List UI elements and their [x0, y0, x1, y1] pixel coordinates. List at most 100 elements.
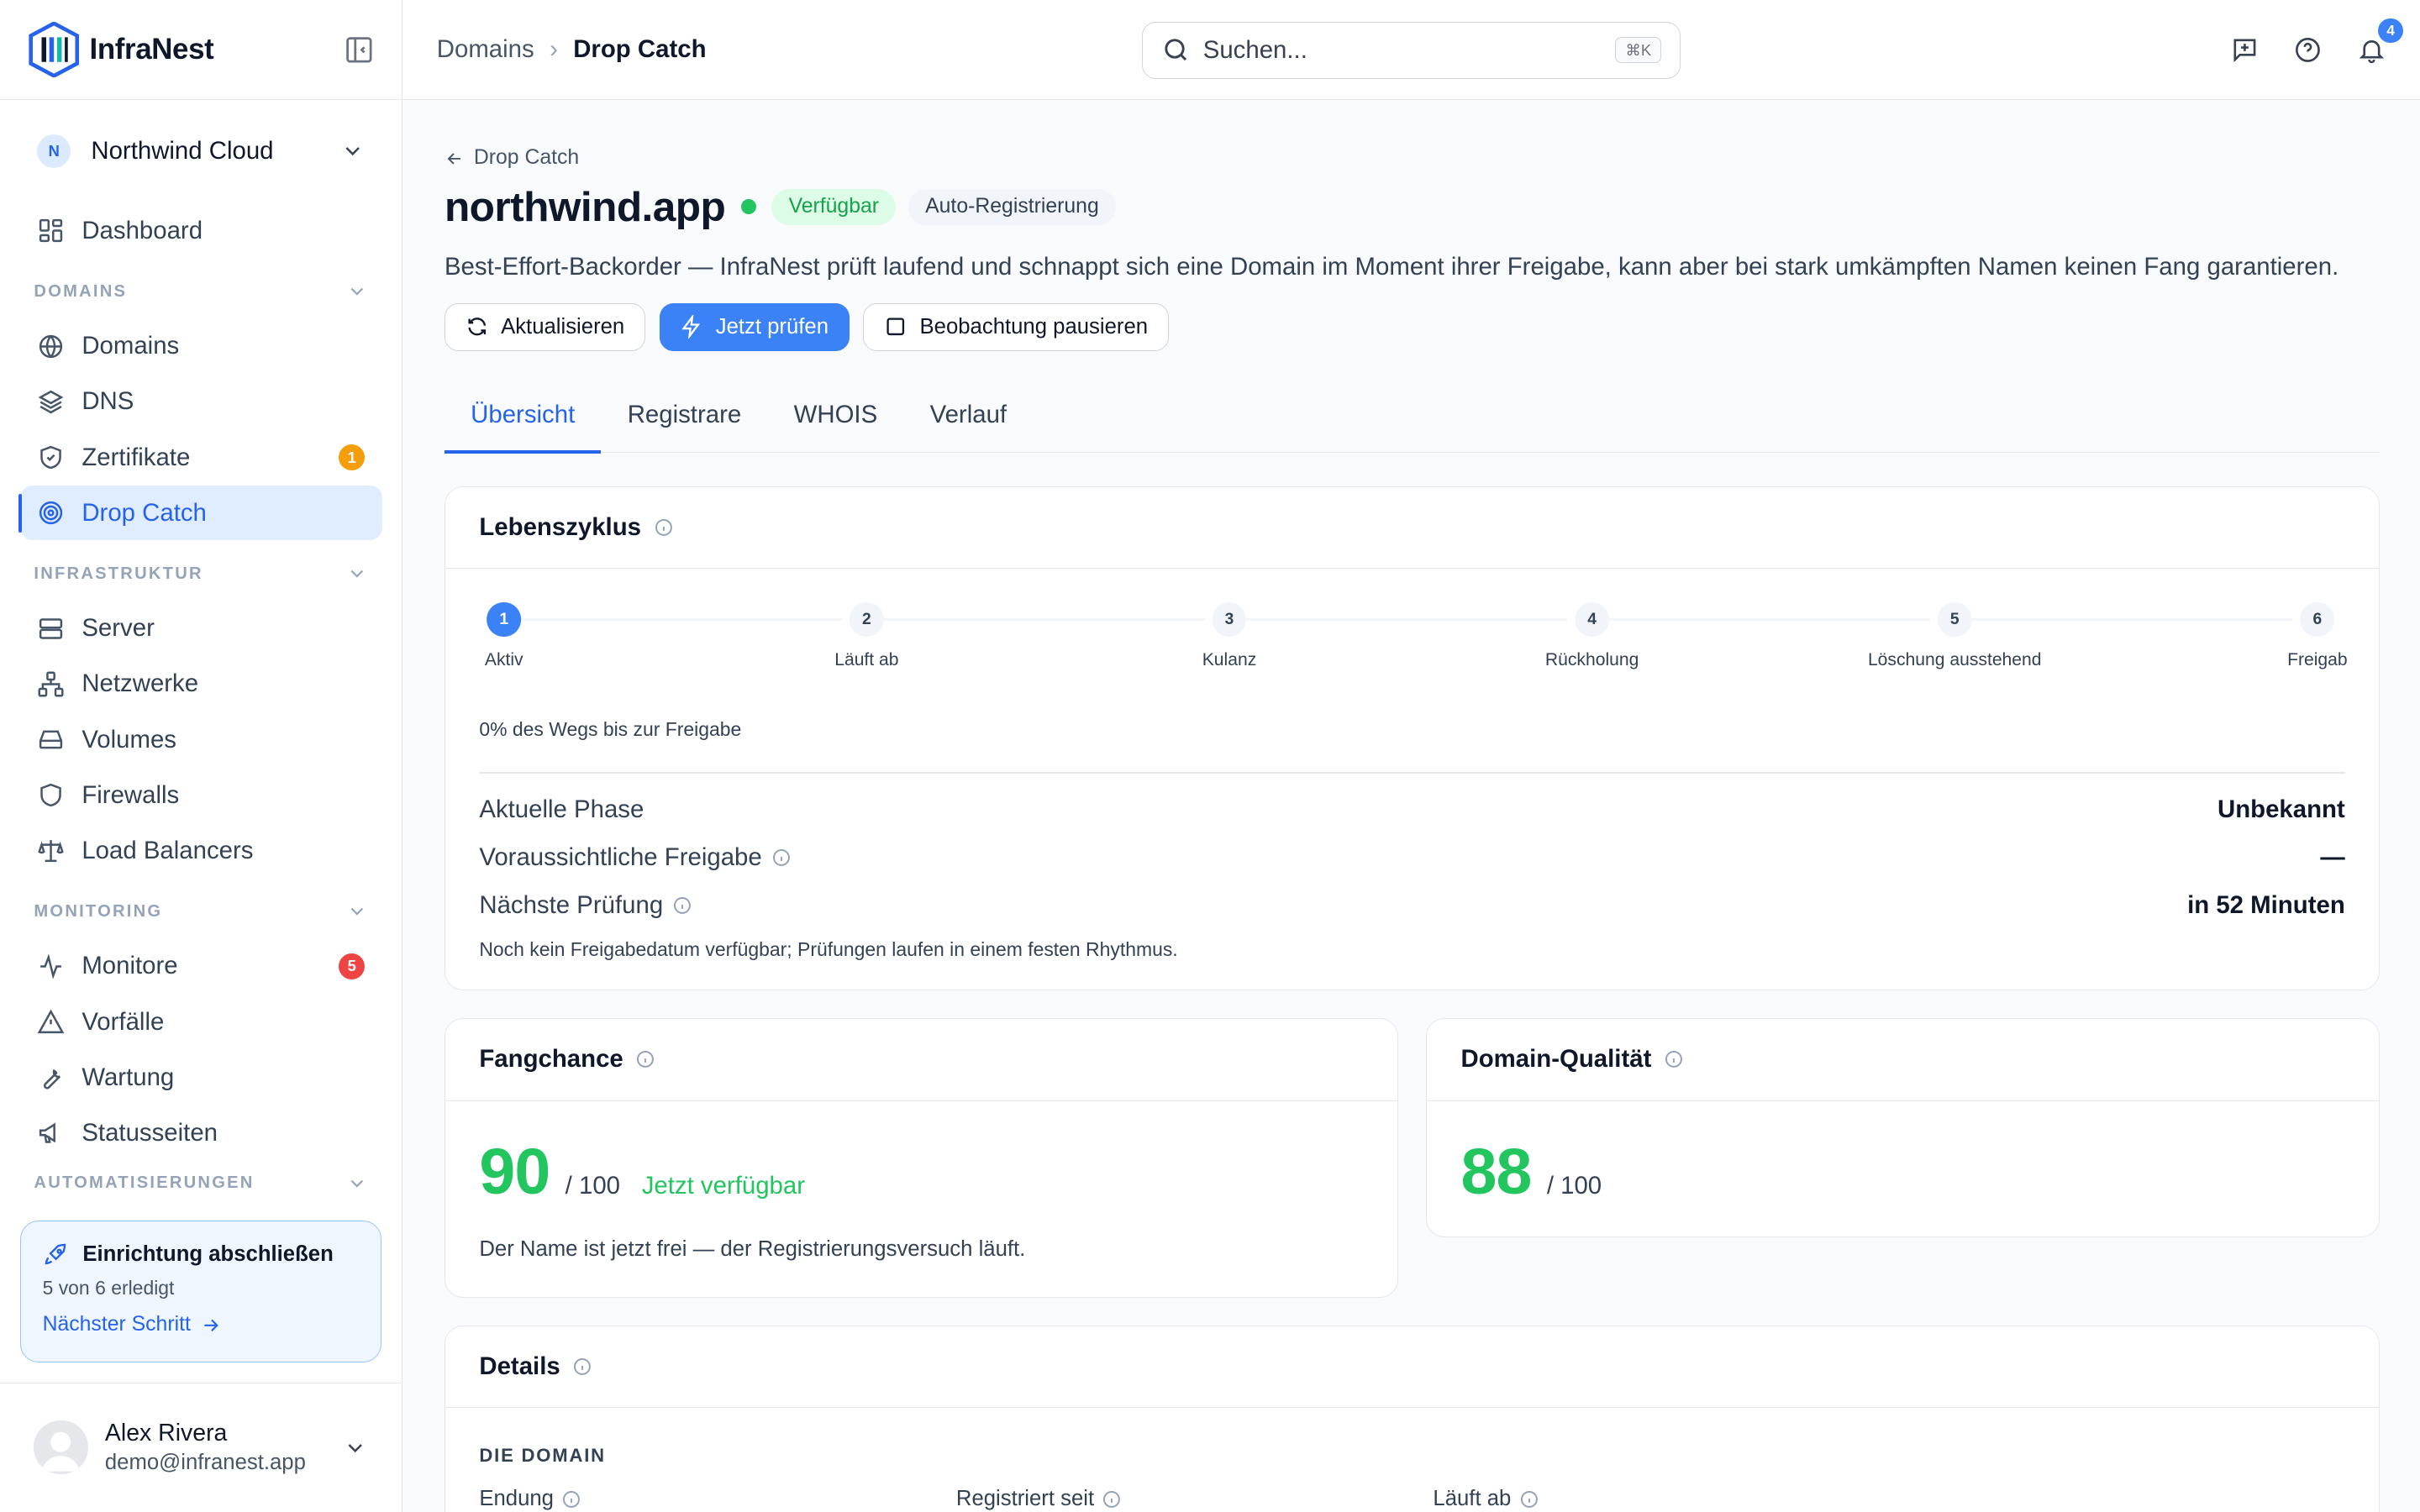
sidebar-item-firewalls[interactable]: Firewalls — [20, 769, 382, 822]
sidebar-item-label: Monitore — [82, 952, 178, 980]
tab-whois[interactable]: WHOIS — [767, 379, 903, 452]
feedback-icon[interactable] — [2230, 35, 2260, 65]
hard-drive-icon — [39, 730, 63, 749]
sidebar-item-networks[interactable]: Netzwerke — [20, 657, 382, 711]
lifecycle-card: Lebenszyklus 1 Aktiv 2 Läuft ab 3 Kulanz 4 R… — [444, 486, 2381, 991]
step-number: 6 — [2300, 602, 2335, 637]
tab-registrars[interactable]: Registrare — [601, 379, 767, 452]
pause-watch-button[interactable]: Beobachtung pausieren — [863, 302, 1169, 351]
target-icon — [39, 501, 63, 525]
sidebar-item-drop-catch[interactable]: Drop Catch — [18, 486, 382, 540]
search-shortcut: ⌘K — [1615, 37, 1662, 64]
sidebar-item-label: Domains — [82, 332, 180, 360]
help-icon[interactable] — [2293, 35, 2323, 65]
step-number: 3 — [1212, 602, 1247, 637]
next-check-row: Nächste Prüfung in 52 Minuten — [479, 881, 2344, 929]
sidebar-item-maintenance[interactable]: Wartung — [20, 1051, 382, 1105]
lifecycle-step: 1 Aktiv — [485, 602, 523, 670]
next-check-value: in 52 Minuten — [2187, 890, 2345, 919]
info-icon[interactable] — [1519, 1489, 1539, 1509]
logo-row: InfraNest — [0, 0, 402, 101]
section-domains[interactable]: DOMAINS — [0, 265, 402, 318]
setup-title: Einrichtung abschließen — [82, 1242, 334, 1266]
monitors-badge: 5 — [339, 953, 366, 980]
shield-icon — [40, 783, 61, 807]
user-menu[interactable]: Alex Rivera demo@infranest.app — [0, 1382, 402, 1512]
scale-icon — [38, 840, 64, 863]
expected-release-label: Voraussichtliche Freigabe — [479, 843, 762, 871]
sidebar-item-dns[interactable]: DNS — [20, 375, 382, 428]
refresh-label: Aktualisieren — [501, 314, 625, 339]
sidebar-item-label: Vorfälle — [82, 1007, 165, 1036]
sidebar-item-volumes[interactable]: Volumes — [20, 712, 382, 766]
info-icon[interactable] — [654, 517, 674, 538]
info-icon[interactable] — [1664, 1049, 1684, 1069]
sidebar-item-domains[interactable]: Domains — [20, 319, 382, 373]
expires-label: Läuft ab — [1433, 1487, 1512, 1510]
availability-status: Jetzt verfügbar — [641, 1171, 806, 1200]
step-number: 2 — [850, 602, 884, 637]
next-check-label: Nächste Prüfung — [479, 890, 664, 919]
step-connector — [1246, 617, 1568, 622]
mode-badge: Auto-Registrierung — [908, 188, 1116, 225]
step-number: 4 — [1575, 602, 1609, 637]
notifications-button[interactable]: 4 — [2357, 18, 2403, 65]
lifecycle-step: 4 Rückholung — [1545, 602, 1639, 670]
chevron-down-icon — [350, 908, 364, 916]
search-input[interactable]: Suchen... ⌘K — [1142, 21, 1681, 79]
page-content: Drop Catch northwind.app Verfügbar Auto-… — [402, 100, 2420, 1512]
sidebar-item-status-pages[interactable]: Statusseiten — [20, 1106, 382, 1160]
search-placeholder: Suchen... — [1202, 35, 1307, 64]
notification-count: 4 — [2378, 18, 2403, 43]
info-icon[interactable] — [572, 1357, 592, 1377]
current-phase-row: Aktuelle Phase Unbekannt — [479, 785, 2344, 833]
tab-overview[interactable]: Übersicht — [444, 379, 602, 454]
org-switcher[interactable]: N Northwind Cloud — [0, 100, 402, 202]
refresh-button[interactable]: Aktualisieren — [444, 302, 646, 351]
step-connector — [520, 617, 842, 622]
info-icon[interactable] — [635, 1049, 655, 1069]
chevron-down-icon — [345, 147, 360, 156]
domain-quality-title: Domain-Qualität — [1460, 1045, 1652, 1074]
info-icon[interactable] — [561, 1489, 581, 1509]
info-icon[interactable] — [1102, 1489, 1122, 1509]
brand-name: InfraNest — [89, 33, 214, 66]
certificates-badge: 1 — [339, 444, 366, 471]
setup-progress: 5 von 6 erledigt — [42, 1276, 175, 1299]
chevron-down-icon — [348, 1443, 362, 1452]
sidebar-item-server[interactable]: Server — [20, 601, 382, 655]
section-infrastructure[interactable]: INFRASTRUKTUR — [0, 548, 402, 600]
domain-quality-max: / 100 — [1546, 1171, 1602, 1200]
back-link[interactable]: Drop Catch — [445, 146, 2380, 170]
section-label: DOMAINS — [34, 281, 128, 301]
sidebar-item-load-balancers[interactable]: Load Balancers — [20, 824, 382, 878]
lifecycle-step: 2 Läuft ab — [834, 602, 899, 670]
breadcrumb-current: Drop Catch — [573, 35, 707, 64]
alert-triangle-icon — [37, 1009, 65, 1034]
info-icon[interactable] — [672, 895, 692, 916]
dashboard-icon — [39, 218, 63, 243]
sidebar-item-label: Firewalls — [82, 780, 180, 809]
sidebar-item-certificates[interactable]: Zertifikate 1 — [20, 430, 382, 484]
expected-release-row: Voraussichtliche Freigabe — — [479, 833, 2344, 881]
lightning-icon — [681, 315, 701, 339]
breadcrumb-domains[interactable]: Domains — [437, 35, 534, 64]
collapse-sidebar-icon[interactable] — [344, 34, 375, 66]
sidebar-item-dashboard[interactable]: Dashboard — [20, 203, 382, 257]
globe-icon — [39, 334, 63, 358]
sidebar-item-monitors[interactable]: Monitore 5 — [20, 939, 382, 993]
refresh-icon — [468, 318, 486, 336]
next-step-link[interactable]: Nächster Schritt — [43, 1313, 359, 1336]
domain-quality-score: 88 — [1460, 1135, 1533, 1208]
section-monitoring[interactable]: MONITORING — [0, 885, 402, 937]
rocket-icon — [45, 1243, 66, 1265]
lifecycle-note: Noch kein Freigabedatum verfügbar; Prüfu… — [479, 938, 1178, 961]
info-icon[interactable] — [771, 848, 792, 868]
tld-label: Endung — [479, 1487, 554, 1510]
sidebar-item-incidents[interactable]: Vorfälle — [20, 995, 382, 1048]
tab-history[interactable]: Verlauf — [903, 379, 1033, 452]
sidebar-item-label: Drop Catch — [82, 498, 207, 527]
section-automation[interactable]: AUTOMATISIERUNGEN — [0, 1168, 402, 1199]
check-now-button[interactable]: Jetzt prüfen — [659, 302, 850, 351]
tabs: Übersicht Registrare WHOIS Verlauf — [444, 379, 2381, 454]
